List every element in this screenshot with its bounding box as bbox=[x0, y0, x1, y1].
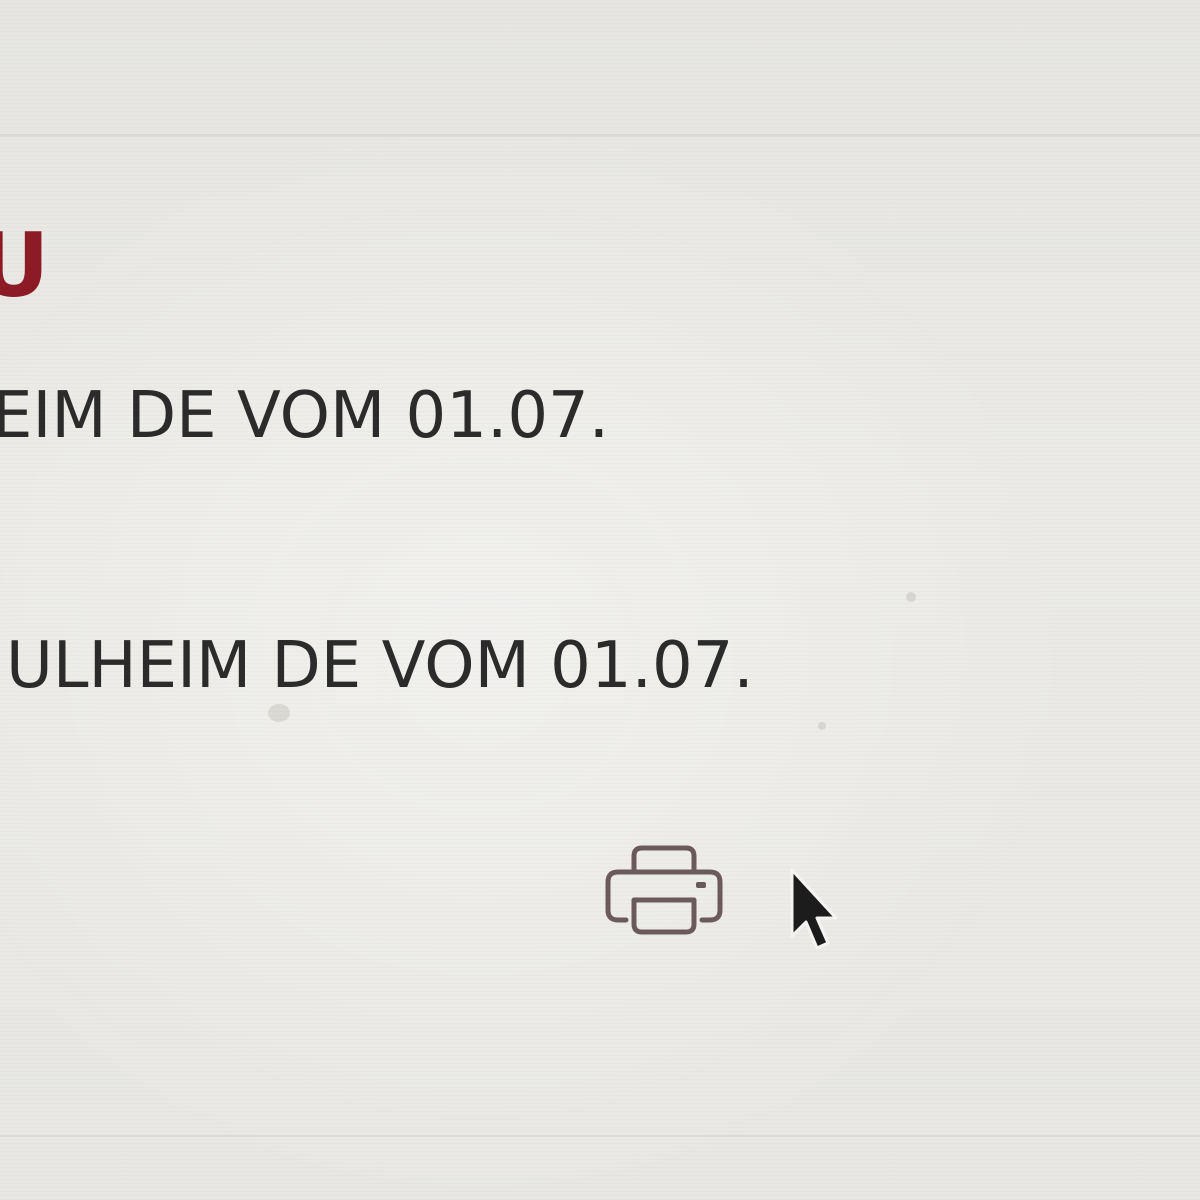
screen-background bbox=[0, 0, 1200, 1200]
screen-smudge bbox=[268, 704, 290, 722]
printer-icon bbox=[605, 845, 723, 935]
section-divider bbox=[0, 134, 1200, 137]
section-heading-fragment: U bbox=[0, 214, 50, 317]
screen-smudge bbox=[818, 722, 826, 730]
print-button[interactable] bbox=[602, 842, 726, 938]
entry-text-1[interactable]: EIM DE VOM 01.07. bbox=[0, 384, 609, 448]
screen-smudge bbox=[906, 592, 916, 602]
bottom-divider bbox=[0, 1135, 1200, 1137]
mouse-pointer-icon bbox=[786, 866, 846, 958]
entry-text-2[interactable]: ULHEIM DE VOM 01.07. bbox=[6, 634, 754, 698]
